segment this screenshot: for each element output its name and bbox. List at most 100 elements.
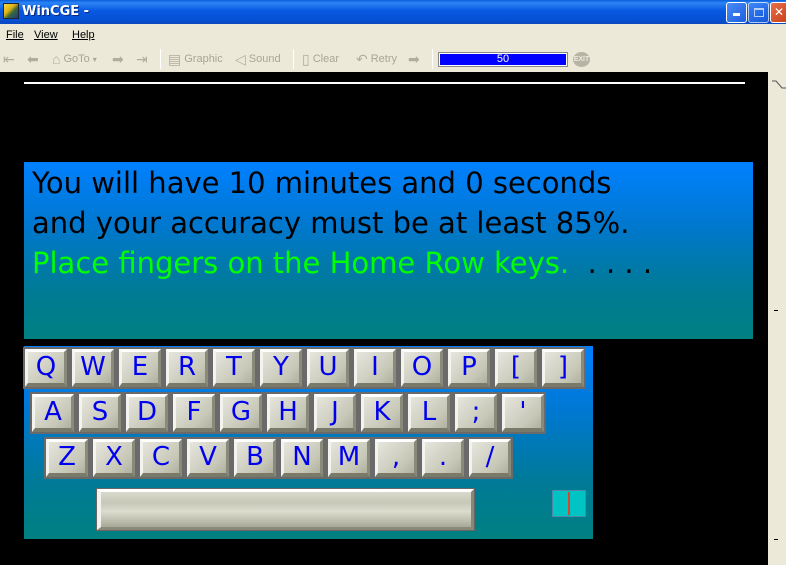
document-icon: ▤ — [168, 51, 182, 67]
key: L — [408, 394, 450, 432]
menu-help[interactable]: Help — [72, 29, 95, 41]
key: D — [126, 394, 168, 432]
key: ] — [542, 349, 584, 387]
divider-line — [24, 82, 745, 84]
slider-tick — [774, 310, 778, 311]
title-bar: WinCGE - ✕ — [0, 0, 786, 24]
goto-button[interactable]: ⌂ GoTo ▾ — [52, 50, 97, 68]
text-cursor — [568, 492, 570, 515]
toolbar-separator — [432, 49, 433, 69]
retry-button[interactable]: ↶ Retry — [356, 50, 397, 68]
key: Z — [46, 439, 88, 477]
key: P — [448, 349, 490, 387]
key: E — [119, 349, 161, 387]
ok-button[interactable]: ➡ — [408, 50, 420, 68]
key-spacebar — [96, 488, 475, 531]
menu-view[interactable]: View — [34, 29, 58, 41]
key: [ — [495, 349, 537, 387]
progress-fill: 50 — [440, 54, 566, 65]
exit-label: EXIT — [573, 56, 590, 63]
key: N — [281, 439, 323, 477]
lesson-area: You will have 10 minutes and 0 seconds a… — [0, 72, 768, 565]
retry-label: Retry — [370, 53, 398, 65]
key: X — [93, 439, 135, 477]
key: B — [234, 439, 276, 477]
graphic-label: Graphic — [184, 53, 223, 65]
close-button[interactable]: ✕ — [770, 2, 786, 23]
progress-text: 50 — [496, 53, 510, 65]
keyboard-row-top: Q W E R T Y U I O P[] — [23, 347, 586, 389]
key: U — [307, 349, 349, 387]
key: I — [354, 349, 396, 387]
back-button[interactable]: ⬅ — [27, 50, 39, 68]
undo-icon: ↶ — [356, 51, 368, 67]
key: G — [220, 394, 262, 432]
minimize-button[interactable] — [726, 2, 747, 23]
instruction-line-2: and your accuracy must be at least 85%. — [32, 206, 630, 240]
key: A — [32, 394, 74, 432]
graphic-button[interactable]: ▤ Graphic — [168, 50, 223, 68]
home-row-prompt: Place fingers on the Home Row keys. — [32, 246, 570, 280]
exit-button[interactable]: EXIT — [573, 52, 590, 67]
menu-view-label: View — [34, 29, 58, 41]
ok-arrow-icon: ➡ — [408, 51, 420, 67]
key: / — [469, 439, 511, 477]
key: K — [361, 394, 403, 432]
minimize-icon — [733, 13, 740, 16]
close-icon: ✕ — [773, 5, 785, 19]
last-page-icon: ⇥ — [136, 51, 148, 67]
menu-bar: File View Help — [0, 24, 786, 46]
sound-button[interactable]: ◁ Sound — [235, 50, 281, 68]
keyboard: Q W E R T Y U I O P[] A S D F G H J K L; ' Z X C V B N M,. / — [23, 346, 593, 539]
key: ' — [502, 394, 544, 432]
key: Q — [25, 349, 67, 387]
menu-file-label: File — [6, 29, 24, 41]
key: M — [328, 439, 370, 477]
menu-file[interactable]: File — [6, 29, 24, 41]
slider-tick — [774, 539, 778, 540]
first-page-button[interactable]: ⇤ — [3, 50, 15, 68]
menu-help-label: Help — [72, 29, 95, 41]
key: V — [187, 439, 229, 477]
key: . — [422, 439, 464, 477]
key: C — [140, 439, 182, 477]
key: ; — [455, 394, 497, 432]
chevron-down-icon: ▾ — [92, 54, 97, 64]
instruction-line-1: You will have 10 minutes and 0 seconds — [32, 166, 612, 200]
keyboard-row-bottom: Z X C V B N M,. / — [44, 437, 513, 479]
home-icon: ⌂ — [52, 51, 61, 67]
toolbar-separator — [293, 49, 294, 69]
blank-page-icon: ▯ — [302, 51, 310, 67]
key: S — [79, 394, 121, 432]
key: O — [401, 349, 443, 387]
toolbar: ⇤ ⬅ ⌂ GoTo ▾ ➡ ⇥ ▤ Graphic ◁ Sound ▯ Cle… — [0, 46, 786, 72]
key: , — [375, 439, 417, 477]
progress-bar: 50 — [438, 52, 568, 67]
key: H — [267, 394, 309, 432]
waiting-dots: . . . . — [569, 246, 653, 280]
key: Y — [260, 349, 302, 387]
speaker-icon: ◁ — [235, 51, 246, 67]
last-page-button[interactable]: ⇥ — [136, 50, 148, 68]
forward-arrow-icon: ➡ — [112, 51, 124, 67]
clear-label: Clear — [312, 53, 340, 65]
vertical-slider[interactable] — [768, 72, 786, 565]
clear-button[interactable]: ▯ Clear — [302, 50, 339, 68]
keyboard-row-home: A S D F G H J K L; ' — [30, 392, 546, 434]
forward-button[interactable]: ➡ — [112, 50, 124, 68]
slider-thumb[interactable] — [772, 78, 786, 90]
key: J — [314, 394, 356, 432]
cursor-indicator — [552, 490, 586, 517]
window-title: WinCGE - — [22, 4, 90, 19]
sound-label: Sound — [248, 53, 281, 65]
toolbar-separator — [160, 49, 161, 69]
key: F — [173, 394, 215, 432]
first-page-icon: ⇤ — [3, 51, 15, 67]
maximize-icon — [753, 8, 764, 17]
instruction-panel: You will have 10 minutes and 0 seconds a… — [24, 162, 753, 339]
key: T — [213, 349, 255, 387]
app-icon — [3, 3, 19, 19]
maximize-button[interactable] — [748, 2, 769, 23]
back-arrow-icon: ⬅ — [27, 51, 39, 67]
key: R — [166, 349, 208, 387]
